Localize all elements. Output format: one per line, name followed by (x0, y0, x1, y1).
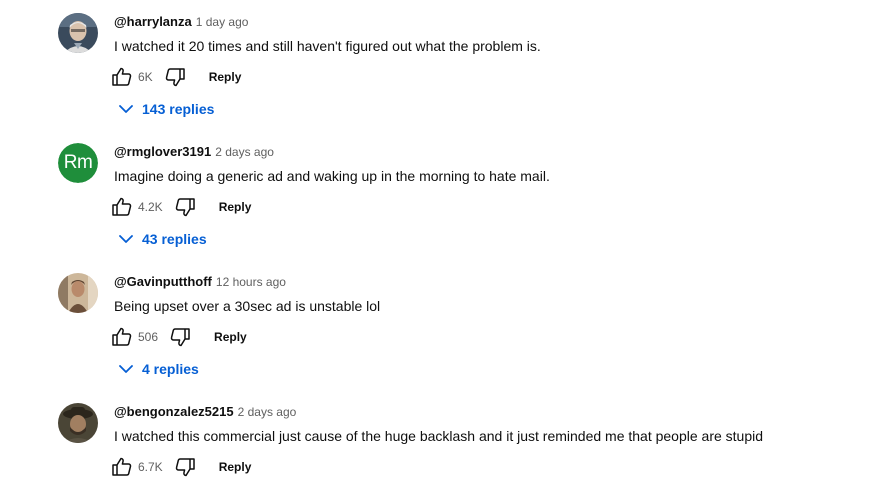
comment-thread: Rm @rmglover3191 2 days ago Imagine doing… (58, 143, 878, 263)
replies-count-label: 43 replies (142, 231, 207, 247)
comment-text: I watched this commercial just cause of … (114, 428, 764, 444)
view-replies-button[interactable]: 43 replies (116, 228, 207, 250)
avatar[interactable] (58, 403, 98, 443)
avatar-photo-icon (58, 13, 98, 53)
thumbs-up-icon (112, 197, 132, 216)
replies-count-label: 4 replies (142, 361, 199, 377)
dislike-button[interactable] (173, 455, 197, 479)
comment-timestamp[interactable]: 2 days ago (215, 145, 274, 159)
reply-button[interactable]: Reply (219, 200, 252, 214)
comment-thread: @Gavinputthoff 12 hours ago Being upset o… (58, 273, 878, 393)
like-count: 6K (138, 70, 153, 84)
reply-button[interactable]: Reply (209, 70, 242, 84)
comment-author[interactable]: @harrylanza (114, 14, 192, 29)
comment-text: Being upset over a 30sec ad is unstable … (114, 298, 381, 314)
dislike-button[interactable] (163, 65, 187, 89)
comment-text: Imagine doing a generic ad and waking up… (114, 168, 550, 184)
like-button[interactable] (110, 325, 134, 349)
dislike-button[interactable] (168, 325, 192, 349)
comment-header: @rmglover3191 2 days ago (114, 143, 274, 161)
like-count: 506 (138, 330, 159, 344)
avatar[interactable]: Rm (58, 143, 98, 183)
thumbs-down-icon (175, 198, 195, 217)
comment-actions: 506 Reply (110, 325, 247, 349)
comment-author[interactable]: @Gavinputthoff (114, 274, 212, 289)
like-button[interactable] (110, 65, 134, 89)
reply-button[interactable]: Reply (214, 330, 247, 344)
comment-actions: 4.2K Reply (110, 195, 251, 219)
view-replies-button[interactable]: 4 replies (116, 358, 199, 380)
like-button[interactable] (110, 455, 134, 479)
view-replies-button[interactable]: 143 replies (116, 98, 214, 120)
thumbs-up-icon (112, 327, 132, 346)
like-count: 4.2K (138, 200, 163, 214)
comment-header: @Gavinputthoff 12 hours ago (114, 273, 286, 291)
avatar-initials: Rm (58, 143, 98, 183)
thumbs-down-icon (175, 458, 195, 477)
comment-author[interactable]: @rmglover3191 (114, 144, 211, 159)
thumbs-up-icon (112, 457, 132, 476)
avatar-photo-icon (58, 403, 98, 443)
dislike-button[interactable] (173, 195, 197, 219)
comment-header: @bengonzalez5215 2 days ago (114, 403, 296, 421)
chevron-down-icon (119, 365, 133, 373)
thumbs-down-icon (165, 68, 185, 87)
avatar[interactable] (58, 13, 98, 53)
chevron-down-icon (119, 105, 133, 113)
avatar[interactable] (58, 273, 98, 313)
comment-thread: @harrylanza 1 day ago I watched it 20 tim… (58, 13, 878, 133)
comment-author[interactable]: @bengonzalez5215 (114, 404, 234, 419)
comment-timestamp[interactable]: 2 days ago (238, 405, 297, 419)
like-count: 6.7K (138, 460, 163, 474)
chevron-down-icon (119, 235, 133, 243)
reply-button[interactable]: Reply (219, 460, 252, 474)
comment-header: @harrylanza 1 day ago (114, 13, 248, 31)
comment-actions: 6K Reply (110, 65, 241, 89)
comment-text: I watched it 20 times and still haven't … (114, 38, 541, 54)
comment-thread: @bengonzalez5215 2 days ago I watched thi… (58, 403, 878, 477)
comment-timestamp[interactable]: 1 day ago (196, 15, 249, 29)
comment-timestamp[interactable]: 12 hours ago (216, 275, 286, 289)
comment-actions: 6.7K Reply (110, 455, 251, 479)
thumbs-up-icon (112, 67, 132, 86)
avatar-photo-icon (58, 273, 98, 313)
replies-count-label: 143 replies (142, 101, 215, 117)
like-button[interactable] (110, 195, 134, 219)
thumbs-down-icon (170, 328, 190, 347)
